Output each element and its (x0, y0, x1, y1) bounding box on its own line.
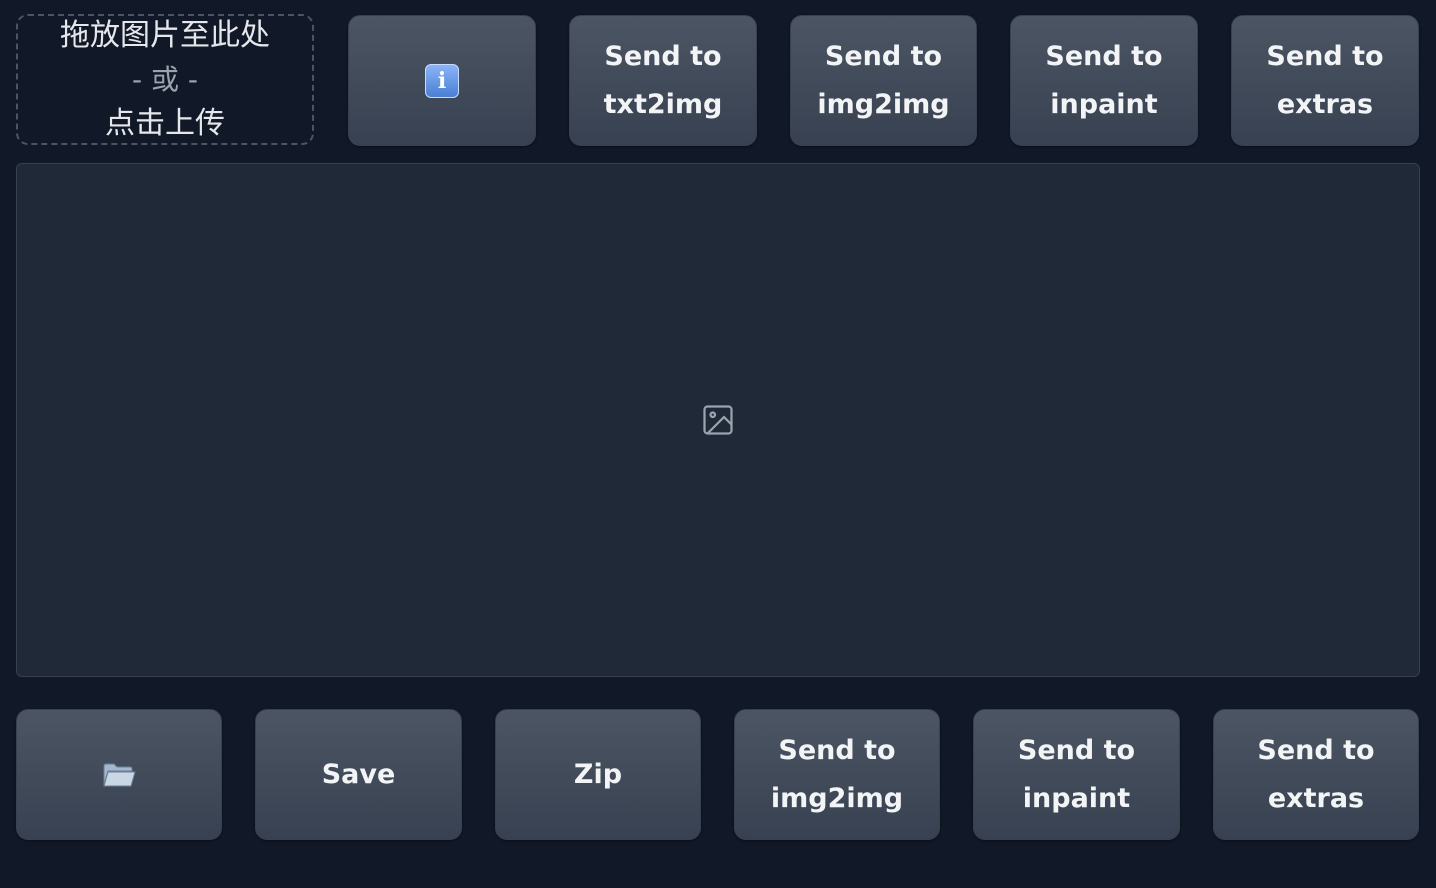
button-label-line2: img2img (770, 782, 904, 814)
image-upload-dropzone[interactable]: 拖放图片至此处 - 或 - 点击上传 (16, 14, 314, 145)
send-to-inpaint-button-bottom[interactable]: Send to inpaint (973, 709, 1180, 840)
image-gallery[interactable] (16, 163, 1420, 677)
button-label-line2: img2img (817, 88, 950, 120)
button-label-line2: txt2img (603, 88, 723, 120)
save-button-label: Save (321, 758, 396, 790)
button-label-line1: Send to (1017, 734, 1136, 766)
send-to-img2img-button-bottom[interactable]: Send to img2img (734, 709, 940, 840)
send-to-txt2img-button[interactable]: Send to txt2img (569, 15, 757, 146)
upload-or-text: - 或 - (131, 62, 198, 96)
send-to-img2img-button[interactable]: Send to img2img (790, 15, 977, 146)
button-label-line1: Send to (1257, 734, 1375, 766)
image-browser-panel: 拖放图片至此处 - 或 - 点击上传 i Send to txt2img Sen… (0, 0, 1436, 888)
save-button[interactable]: Save (255, 709, 462, 840)
upload-click-text: 点击上传 (105, 105, 225, 141)
folder-icon (103, 763, 136, 786)
button-label-line2: inpaint (1022, 782, 1131, 814)
zip-button[interactable]: Zip (495, 709, 701, 840)
zip-button-label: Zip (573, 758, 623, 790)
image-icon (703, 405, 733, 435)
button-label-line1: Send to (1045, 40, 1163, 72)
send-to-extras-button-bottom[interactable]: Send to extras (1213, 709, 1419, 840)
info-icon: i (425, 63, 459, 98)
button-label-line2: inpaint (1050, 88, 1158, 120)
button-label-line2: extras (1276, 88, 1374, 120)
button-label-line1: Send to (604, 40, 722, 72)
send-to-inpaint-button[interactable]: Send to inpaint (1010, 15, 1198, 146)
button-label-line1: Send to (824, 40, 943, 72)
open-folder-button[interactable] (16, 709, 222, 840)
button-label-line1: Send to (778, 734, 896, 766)
button-label-line2: extras (1267, 782, 1365, 814)
info-button[interactable]: i (348, 15, 536, 146)
send-to-extras-button[interactable]: Send to extras (1231, 15, 1419, 146)
upload-drop-text: 拖放图片至此处 (60, 17, 270, 53)
button-label-line1: Send to (1266, 40, 1384, 72)
